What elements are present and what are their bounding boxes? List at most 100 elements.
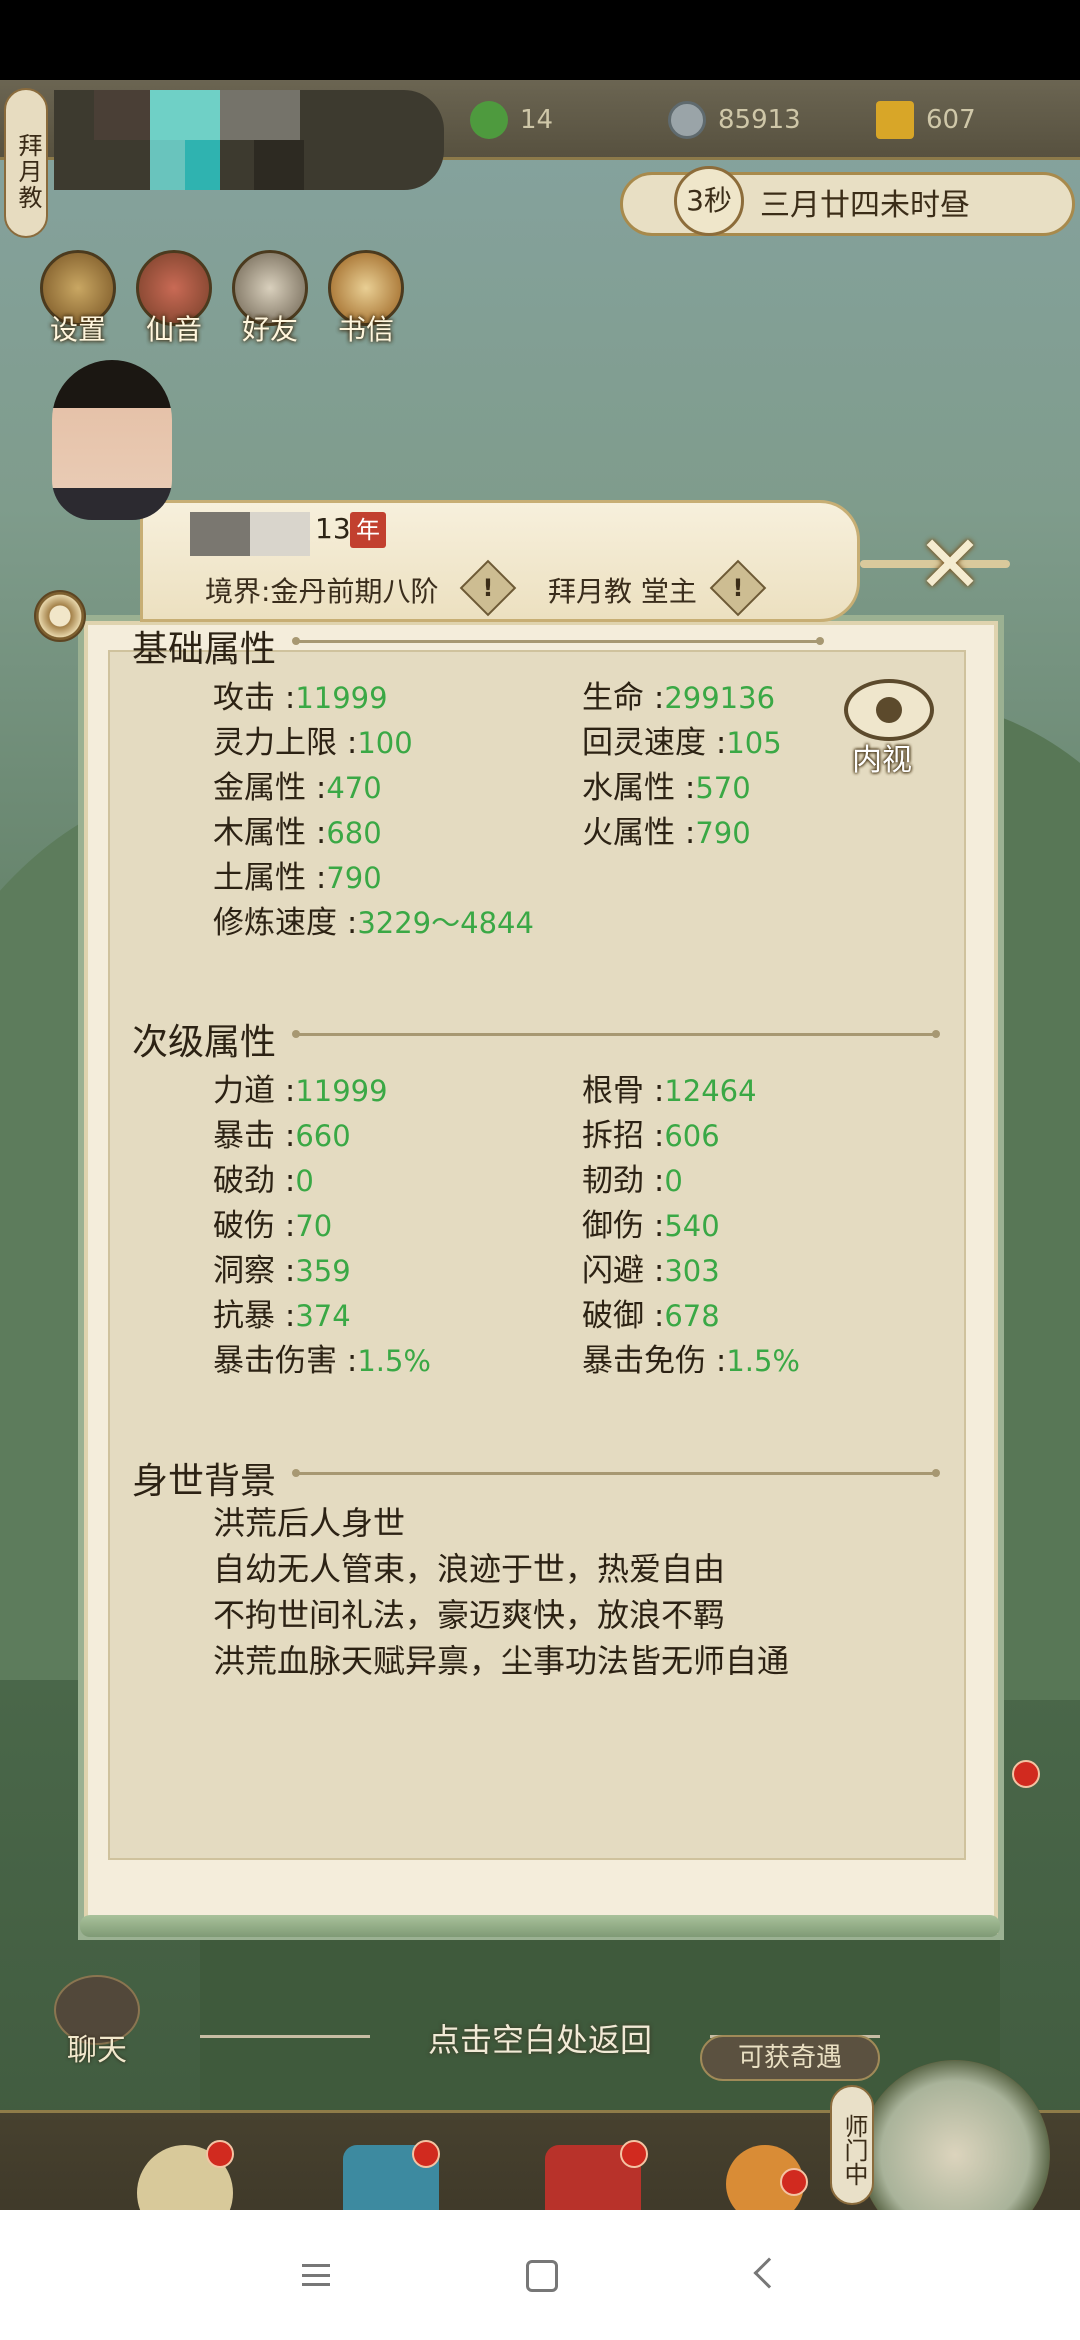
shortcut-label: 好友 [241,313,298,346]
letter-shortcut[interactable]: 书信 [326,250,406,348]
attribute-row: 韧劲 :0 [582,1155,683,1200]
attribute-row: 根骨 :12464 [582,1065,757,1110]
attribute-row: 破劲 :0 [213,1155,314,1200]
attribute-row: 金属性 :470 [213,762,382,807]
attribute-row: 暴击免伤 :1.5% [582,1335,800,1380]
chance-encounter-button[interactable]: 可获奇遇 [700,2035,880,2081]
year-badge: 年 [350,512,386,548]
player-avatar-strip[interactable] [54,90,444,190]
attribute-label: 回灵速度 [582,725,706,761]
attribute-value: 12464 [664,1074,757,1108]
attribute-label: 生命 [582,680,644,716]
attribute-value: 678 [664,1299,720,1333]
notification-dot [206,2140,234,2168]
avatar-mosaic [94,90,154,140]
character-portrait [22,320,192,550]
sect-tag[interactable]: 拜月教 [4,88,48,238]
attribute-separator: : [337,1343,358,1379]
attribute-separator: : [275,1163,296,1199]
nav-xingnang[interactable]: 行囊 [690,2145,840,2210]
home-icon[interactable] [526,2260,558,2292]
attribute-label: 韧劲 [582,1163,644,1199]
background-line: 不拘世间礼法，豪迈爽快，放浪不羁 [213,1596,726,1634]
attribute-value: 70 [295,1209,333,1243]
avatar-mosaic [150,140,185,190]
attribute-separator: : [675,815,696,851]
attribute-separator: : [275,1208,296,1244]
attribute-label: 力道 [213,1073,275,1109]
attribute-value: 11999 [295,1074,388,1108]
notification-dot [412,2140,440,2168]
attribute-separator: : [644,1163,665,1199]
sect-role: 拜月教 堂主 [548,575,697,608]
attribute-separator: : [275,1253,296,1289]
friends-shortcut[interactable]: 好友 [230,250,310,348]
character-face [52,360,172,520]
close-button[interactable]: ✕ [900,525,1000,605]
jade-icon [470,101,508,139]
background-line: 洪荒后人身世 [213,1504,406,1542]
attribute-value: 3229～4844 [357,906,534,940]
attribute-value: 0 [664,1164,683,1198]
attribute-row: 破伤 :70 [213,1200,332,1245]
nav-xuanjing[interactable]: 玄境 [110,2145,260,2210]
attribute-value: 374 [295,1299,351,1333]
section-divider [292,1469,940,1477]
shortcut-label: 书信 [337,313,394,346]
nav-dongfu[interactable]: 洞府 [316,2145,466,2210]
notification-dot [780,2168,808,2196]
attribute-value: 100 [357,726,413,760]
coin-value: 85913 [718,105,801,135]
attribute-label: 灵力上限 [213,725,337,761]
attribute-label: 攻击 [213,680,275,716]
realm-prefix: 境界: [205,575,271,608]
attribute-row: 水属性 :570 [582,762,751,807]
attribute-separator: : [275,1118,296,1154]
attribute-row: 回灵速度 :105 [582,717,782,762]
attribute-separator: : [306,815,327,851]
attribute-separator: : [644,1208,665,1244]
attribute-label: 木属性 [213,815,306,851]
panel-scroll-rod [80,1915,1000,1937]
attribute-row: 暴击伤害 :1.5% [213,1335,431,1380]
background-line: 洪荒血脉天赋异禀，尘事功法皆无师自通 [213,1642,790,1680]
attribute-separator: : [706,1343,727,1379]
section-divider [292,637,824,645]
attribute-row: 火属性 :790 [582,807,751,852]
attribute-row: 力道 :11999 [213,1065,388,1110]
notification-dot [620,2140,648,2168]
attribute-row: 土属性 :790 [213,852,382,897]
attribute-label: 破御 [582,1298,644,1334]
shimen-status-tag: 师门中 [830,2085,874,2205]
attribute-label: 暴击免伤 [582,1343,706,1379]
attribute-separator: : [644,1118,665,1154]
character-name-redacted [250,512,310,556]
attribute-value: 606 [664,1119,720,1153]
attribute-row: 灵力上限 :100 [213,717,413,762]
return-hint[interactable]: 点击空白处返回 [0,2015,1080,2061]
attribute-value: 570 [695,771,751,805]
eye-pupil [876,697,902,723]
recent-apps-icon[interactable] [302,2264,330,2286]
timer-seconds: 3秒 [674,166,744,236]
attribute-value: 359 [295,1254,351,1288]
attribute-row: 攻击 :11999 [213,672,388,717]
attribute-separator: : [306,860,327,896]
attribute-label: 暴击伤害 [213,1343,337,1379]
attribute-value: 660 [295,1119,351,1153]
status-bar [0,0,1080,80]
gear-icon[interactable] [34,590,86,642]
avatar-mosaic [220,90,300,140]
attribute-row: 抗暴 :374 [213,1290,351,1335]
inner-view-button[interactable]: 内视 [840,675,940,778]
background-line: 自幼无人管束，浪迹于世，热爱自由 [213,1550,726,1588]
gold-counter: 607 [876,100,976,140]
section-divider [292,1030,940,1038]
attribute-separator: : [306,770,327,806]
attribute-label: 御伤 [582,1208,644,1244]
attribute-label: 水属性 [582,770,675,806]
attribute-value: 470 [326,771,382,805]
attribute-separator: : [337,905,358,941]
attribute-label: 根骨 [582,1073,644,1109]
attribute-label: 土属性 [213,860,306,896]
